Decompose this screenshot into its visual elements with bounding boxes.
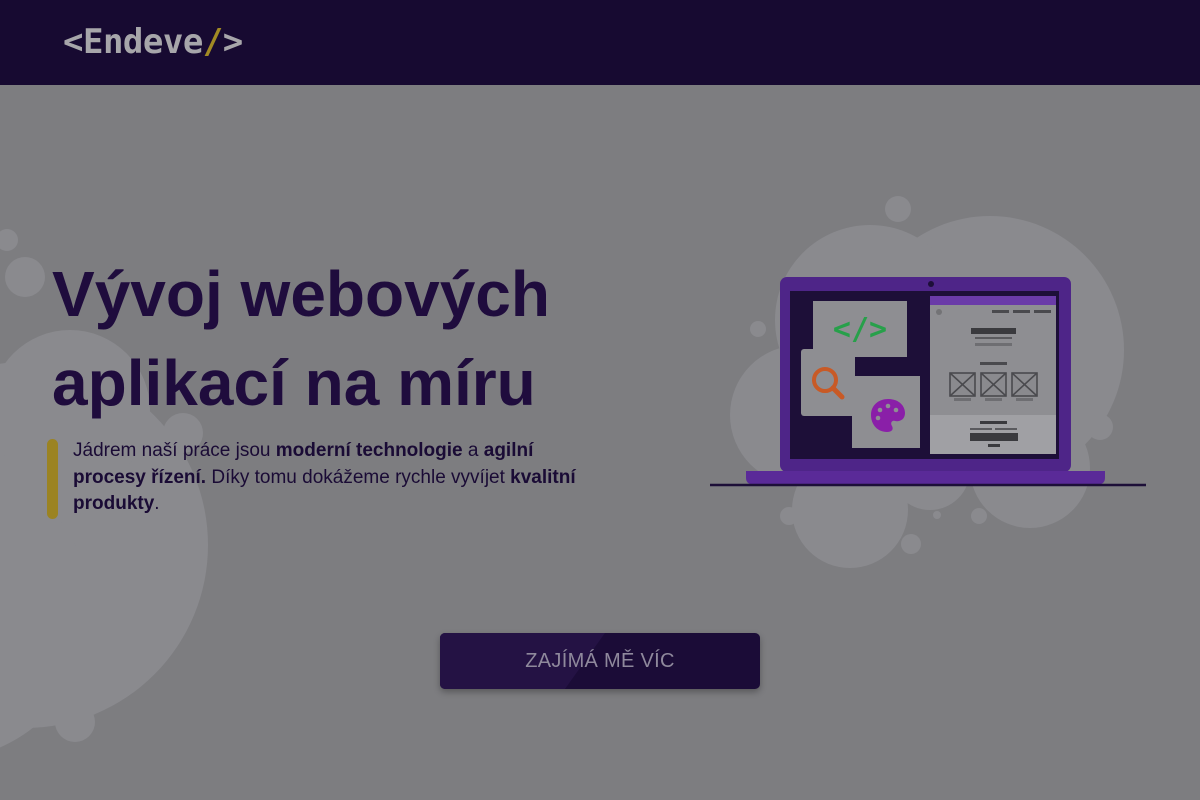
logo-text: <Endeve	[63, 22, 203, 62]
lead-accent-bar	[47, 439, 58, 519]
laptop-base	[746, 471, 1105, 485]
logo-close: >	[222, 22, 243, 62]
more-info-button[interactable]: ZAJÍMÁ MĚ VÍC	[440, 633, 760, 689]
mockup-nav	[992, 310, 1051, 313]
mockup-titlebar	[930, 296, 1056, 305]
mockup-logo-dot	[936, 309, 942, 315]
search-card	[801, 349, 855, 416]
hero-title-line-1: Vývoj webových	[52, 258, 550, 330]
lead-emphasis: moderní technologie	[275, 440, 463, 461]
more-info-button-label: ZAJÍMÁ MĚ VÍC	[525, 649, 675, 672]
image-placeholder-icon	[949, 372, 1038, 397]
hero-lead-text: Jádrem naší práce jsou moderní technolog…	[73, 438, 603, 518]
site-header: <Endeve / >	[0, 0, 1200, 85]
lead-part: .	[154, 493, 160, 514]
laptop-camera	[928, 281, 934, 287]
mockup-captions	[954, 398, 1033, 401]
code-brackets-icon: </>	[833, 312, 887, 347]
hero-title: Vývoj webových aplikací na míru	[52, 250, 652, 428]
lead-part: Jádrem naší práce jsou	[73, 440, 276, 461]
hero-title-line-2: aplikací na míru	[52, 347, 536, 419]
lead-part: a	[462, 440, 484, 461]
lead-part: Díky tomu dokážeme rychle vyvíjet	[206, 466, 511, 488]
laptop-illustration: </>	[710, 196, 1146, 568]
logo-slash: /	[202, 22, 223, 62]
site-logo[interactable]: <Endeve / >	[63, 22, 243, 62]
